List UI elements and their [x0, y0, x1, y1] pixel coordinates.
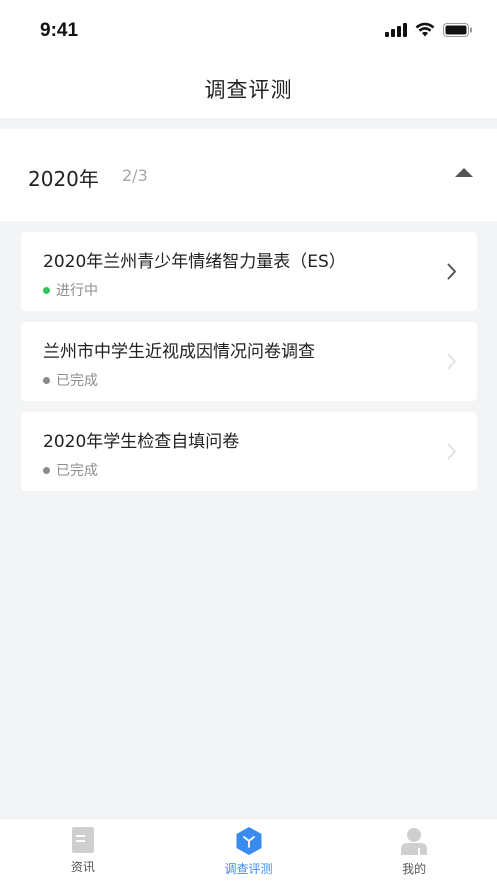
tab-profile[interactable]: 我的 [331, 819, 497, 883]
survey-card[interactable]: 2020年学生检查自填问卷 已完成 [21, 412, 477, 491]
tab-news[interactable]: 资讯 [0, 819, 166, 883]
year-label: 2020年 [28, 167, 99, 191]
chevron-right-icon [447, 443, 456, 460]
collapse-arrow-icon[interactable] [455, 168, 473, 177]
year-count: 2/3 [122, 166, 148, 185]
survey-card[interactable]: 2020年兰州青少年情绪智力量表（ES） 进行中 [21, 232, 477, 311]
chevron-right-icon [447, 263, 456, 280]
tab-survey[interactable]: 调查评测 [166, 819, 332, 883]
survey-status: 已完成 [43, 460, 98, 480]
bottom-tab-bar: 资讯 调查评测 我的 [0, 818, 497, 883]
survey-card[interactable]: 兰州市中学生近视成因情况问卷调查 已完成 [21, 322, 477, 401]
chevron-right-icon [447, 353, 456, 370]
battery-icon [443, 22, 472, 37]
nav-bar: 调查评测 [0, 60, 497, 118]
survey-title: 兰州市中学生近视成因情况问卷调查 [43, 342, 315, 362]
status-time: 9:41 [40, 20, 79, 41]
survey-title: 2020年学生检查自填问卷 [43, 432, 240, 452]
status-dot [43, 286, 50, 294]
tab-label: 调查评测 [224, 862, 273, 876]
tab-label: 资讯 [70, 860, 95, 874]
status-dot [43, 376, 50, 384]
survey-status: 进行中 [43, 280, 98, 300]
survey-status-text: 进行中 [56, 283, 98, 299]
survey-title: 2020年兰州青少年情绪智力量表（ES） [43, 252, 346, 272]
year-section-header[interactable]: 2020年 2/3 [0, 129, 497, 221]
tab-label: 我的 [402, 862, 427, 876]
user-icon [401, 828, 428, 855]
status-icons [385, 22, 473, 37]
status-dot [43, 466, 50, 474]
wifi-icon [415, 22, 435, 37]
survey-status: 已完成 [43, 370, 98, 390]
page-title: 调查评测 [204, 78, 293, 102]
survey-status-text: 已完成 [56, 463, 98, 479]
cellular-signal-icon [385, 22, 407, 37]
status-bar: 9:41 [0, 0, 497, 60]
cube-icon [236, 827, 261, 855]
survey-status-text: 已完成 [56, 373, 98, 389]
document-icon [71, 827, 94, 853]
